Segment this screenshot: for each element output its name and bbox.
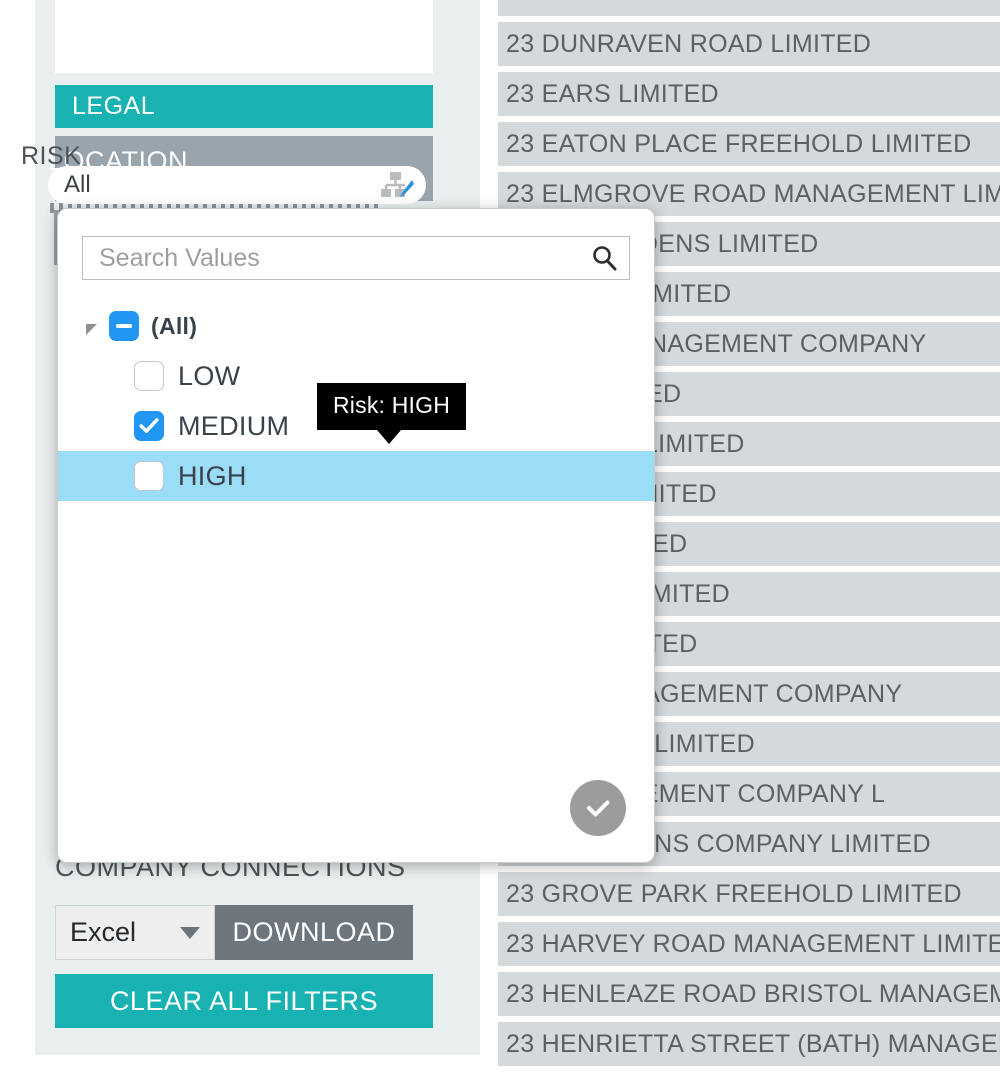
risk-filter-popup[interactable]: (All) LOW MEDIUM HIGH xyxy=(57,208,655,863)
checkbox-low[interactable] xyxy=(134,361,164,391)
list-item[interactable]: 23 DUNRAVEN ROAD LIMITED xyxy=(498,22,1000,66)
list-row-partial xyxy=(498,0,1000,16)
list-item[interactable]: 23 GROVE PARK FREEHOLD LIMITED xyxy=(498,872,1000,916)
sidebar-top-card xyxy=(55,0,433,73)
app-root: 23 DUNRAVEN ROAD LIMITED 23 EARS LIMITED 2… xyxy=(0,0,1000,1076)
tree-label: HIGH xyxy=(178,461,247,492)
search-values-input[interactable] xyxy=(97,243,591,274)
clear-all-filters-button[interactable]: CLEAR ALL FILTERS xyxy=(55,974,433,1028)
legal-section-header: LEGAL xyxy=(55,85,433,128)
tree-label: LOW xyxy=(178,361,240,392)
tree-label: MEDIUM xyxy=(178,411,289,442)
search-icon[interactable] xyxy=(591,245,617,271)
clear-all-filters-label: CLEAR ALL FILTERS xyxy=(110,986,378,1017)
risk-tooltip: Risk: HIGH xyxy=(317,383,466,430)
tree-row-high[interactable]: HIGH xyxy=(58,451,654,501)
list-item[interactable]: 23 HENLEAZE ROAD BRISTOL MANAGEMENT xyxy=(498,972,1000,1016)
download-button[interactable]: DOWNLOAD xyxy=(215,905,413,960)
list-item[interactable]: 23 EATON PLACE FREEHOLD LIMITED xyxy=(498,122,1000,166)
check-circle-icon xyxy=(582,792,614,824)
org-chart-edit-icon[interactable] xyxy=(376,170,416,200)
list-item-label: 23 ELMGROVE ROAD MANAGEMENT LIMITED xyxy=(506,180,1000,209)
list-item[interactable]: 23 EARS LIMITED xyxy=(498,72,1000,116)
checkbox-high[interactable] xyxy=(134,461,164,491)
export-format-value: Excel xyxy=(70,917,136,948)
list-item[interactable]: 23 HENRIETTA STREET (BATH) MANAGEMENT xyxy=(498,1022,1000,1066)
list-item-label: 23 EATON PLACE FREEHOLD LIMITED xyxy=(506,130,971,159)
export-row: Excel DOWNLOAD xyxy=(55,905,413,960)
list-item[interactable]: 23 HARVEY ROAD MANAGEMENT LIMITED xyxy=(498,922,1000,966)
list-item-label: 23 HENLEAZE ROAD BRISTOL MANAGEMENT xyxy=(506,980,1000,1009)
risk-tooltip-text: Risk: HIGH xyxy=(333,392,450,418)
tree-label: (All) xyxy=(151,313,197,340)
apply-filter-button[interactable] xyxy=(570,780,626,836)
list-item-label: 23 GROVE PARK FREEHOLD LIMITED xyxy=(506,880,962,909)
expand-triangle-icon[interactable] xyxy=(86,324,97,335)
indeterminate-dash-icon xyxy=(116,324,132,328)
download-button-label: DOWNLOAD xyxy=(232,917,395,948)
export-format-select[interactable]: Excel xyxy=(55,905,215,960)
list-item-label: 23 DUNRAVEN ROAD LIMITED xyxy=(506,30,871,59)
checkbox-medium[interactable] xyxy=(134,411,164,441)
list-item-label: 23 EARS LIMITED xyxy=(506,80,719,109)
search-values-box[interactable] xyxy=(82,236,630,280)
risk-filter-select[interactable]: All xyxy=(48,166,426,204)
tooltip-arrow xyxy=(377,430,401,444)
risk-filter-value: All xyxy=(64,171,376,199)
check-icon xyxy=(136,413,162,439)
list-item-label: 23 HENRIETTA STREET (BATH) MANAGEMENT xyxy=(506,1030,1000,1059)
legal-header-label: LEGAL xyxy=(72,92,155,121)
tree-row-all[interactable]: (All) xyxy=(58,301,654,351)
checkbox-all[interactable] xyxy=(109,311,139,341)
list-item-label: 23 HARVEY ROAD MANAGEMENT LIMITED xyxy=(506,930,1000,959)
chevron-down-icon xyxy=(180,927,200,939)
